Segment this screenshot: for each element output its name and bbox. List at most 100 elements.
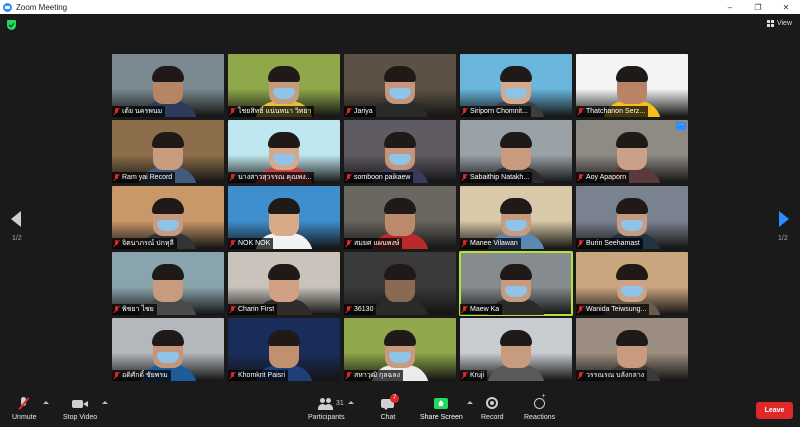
participant-name: อดิศักดิ์ ชัยพรม	[122, 372, 168, 379]
participant-tile[interactable]: Maew Ka	[459, 251, 573, 316]
muted-mic-icon	[114, 372, 119, 379]
chat-button[interactable]: 7 Chat	[380, 394, 399, 421]
participant-tile[interactable]: สมยศ แผนพงษ์	[344, 186, 456, 249]
participant-name-tag: somboon paikaew	[344, 172, 414, 183]
participant-name: Wanida Teiwsung...	[586, 306, 647, 313]
participant-name: Aoy Apaporn	[586, 174, 627, 181]
participant-tile[interactable]: Thatchanon Serz...	[576, 54, 688, 117]
participant-video-hair	[152, 66, 184, 82]
participant-tile[interactable]: somboon paikaew	[344, 120, 456, 183]
participant-tile[interactable]: Sabaithip Natakh...	[460, 120, 572, 183]
chat-unread-badge: 7	[390, 394, 399, 403]
participant-tile[interactable]: จิตนาภรณ์ ปกหุลี	[112, 186, 224, 249]
chat-label: Chat	[380, 414, 396, 421]
participant-tile[interactable]: นางสาวสุวรรณ คุณพง...	[228, 120, 340, 183]
record-icon	[484, 397, 500, 411]
participant-name: นางสาวสุวรรณ คุณพง...	[238, 174, 312, 181]
muted-mic-icon	[230, 306, 235, 313]
participant-name-tag: Ram yai Record	[112, 172, 176, 183]
tile-more-options-icon[interactable]: ···	[676, 122, 686, 130]
participant-face-mask	[505, 286, 527, 297]
stop-video-button[interactable]: Stop Video	[63, 397, 97, 421]
muted-mic-icon	[578, 372, 583, 379]
view-button[interactable]: View	[766, 20, 792, 27]
leave-button[interactable]: Leave	[756, 402, 793, 419]
participant-video-hair	[152, 264, 184, 280]
share-screen-icon	[433, 397, 449, 411]
participant-tile[interactable]: NOK NOK	[228, 186, 340, 249]
muted-mic-icon	[462, 240, 467, 247]
participant-name-tag: วรรณรณ บลังกลาง	[576, 370, 648, 381]
participant-tile[interactable]: 36130	[344, 252, 456, 315]
minimize-button[interactable]: –	[716, 0, 744, 14]
participant-name-tag: Wanida Teiwsung...	[576, 304, 650, 315]
participant-tile[interactable]: พิชยา ไชย	[112, 252, 224, 315]
participant-name: Jariya	[354, 108, 373, 115]
record-label: Record	[481, 414, 504, 421]
participant-face-mask	[621, 220, 643, 231]
share-screen-label: Share Screen	[420, 414, 463, 421]
participant-tile[interactable]: สหาวุฒิ กุลฉลง	[344, 318, 456, 381]
title-bar: Zoom Meeting – ❐ ✕	[0, 0, 800, 14]
participant-tile[interactable]: วรรณรณ บลังกลาง	[576, 318, 688, 381]
participant-video-hair	[500, 66, 532, 82]
share-screen-button[interactable]: Share Screen	[420, 397, 463, 421]
participant-video-hair	[152, 132, 184, 148]
participant-name: ไชยสิทธิ์ แน่นหนา วิทยา	[238, 108, 312, 115]
participant-tile[interactable]: ··· Aoy Apaporn	[576, 120, 688, 183]
participant-video-hair	[616, 132, 648, 148]
participant-tile[interactable]: Siriporn Chomnit...	[460, 54, 572, 117]
participants-count: 31	[336, 400, 344, 407]
unmute-label: Unmute	[12, 414, 37, 421]
muted-mic-icon	[230, 174, 235, 181]
participant-tile[interactable]: Kruji	[460, 318, 572, 381]
participant-video-hair	[268, 66, 300, 82]
participant-video-hair	[384, 132, 416, 148]
participant-face-mask	[389, 88, 411, 99]
close-button[interactable]: ✕	[772, 0, 800, 14]
participant-face-mask	[273, 88, 295, 99]
participant-tile[interactable]: เต้ย นครพนม	[112, 54, 224, 117]
muted-mic-icon	[230, 372, 235, 379]
muted-mic-icon	[114, 306, 119, 313]
participant-video-hair	[500, 264, 532, 280]
participant-name-tag: NOK NOK	[228, 238, 274, 249]
record-button[interactable]: Record	[481, 397, 504, 421]
participant-face-mask	[389, 154, 411, 165]
unmute-button[interactable]: Unmute	[12, 397, 37, 421]
muted-mic-icon	[462, 372, 467, 379]
participant-name-tag: Aoy Apaporn	[576, 172, 630, 183]
audio-options-caret-icon[interactable]	[43, 401, 49, 404]
participant-tile[interactable]: Burin Seehamast	[576, 186, 688, 249]
participant-tile[interactable]: Jariya	[344, 54, 456, 117]
participant-tile[interactable]: Khomkrit Paisri	[228, 318, 340, 381]
video-camera-icon	[72, 397, 89, 411]
participant-tile[interactable]: Ram yai Record	[112, 120, 224, 183]
muted-mic-icon	[462, 174, 467, 181]
encryption-shield-icon[interactable]	[7, 20, 16, 30]
participant-tile[interactable]: อดิศักดิ์ ชัยพรม	[112, 318, 224, 381]
restore-button[interactable]: ❐	[744, 0, 772, 14]
prev-page-arrow-icon[interactable]	[11, 211, 21, 227]
participant-tile[interactable]: Wanida Teiwsung...	[576, 252, 688, 315]
participant-name: Siriporn Chomnit...	[470, 108, 528, 115]
meeting-top-bar: View	[0, 14, 800, 36]
participant-video-hair	[616, 198, 648, 214]
next-page-arrow-icon[interactable]	[779, 211, 789, 227]
participant-tile[interactable]: Manee Vilawan	[460, 186, 572, 249]
participant-name-tag: เต้ย นครพนม	[112, 106, 166, 117]
participant-name: วรรณรณ บลังกลาง	[586, 372, 645, 379]
reactions-button[interactable]: Reactions	[524, 393, 555, 421]
participant-video-hair	[384, 330, 416, 346]
chat-bubble-icon: 7	[380, 394, 399, 411]
muted-mic-icon	[114, 240, 119, 247]
participants-options-caret-icon[interactable]	[348, 401, 354, 404]
participants-icon	[318, 397, 334, 411]
participant-tile[interactable]: ไชยสิทธิ์ แน่นหนา วิทยา	[228, 54, 340, 117]
participant-face-mask	[621, 286, 643, 297]
video-options-caret-icon[interactable]	[102, 401, 108, 404]
share-options-caret-icon[interactable]	[467, 401, 473, 404]
participant-name: Kruji	[470, 372, 485, 379]
participant-tile[interactable]: Charin First	[228, 252, 340, 315]
muted-mic-icon	[578, 174, 583, 181]
